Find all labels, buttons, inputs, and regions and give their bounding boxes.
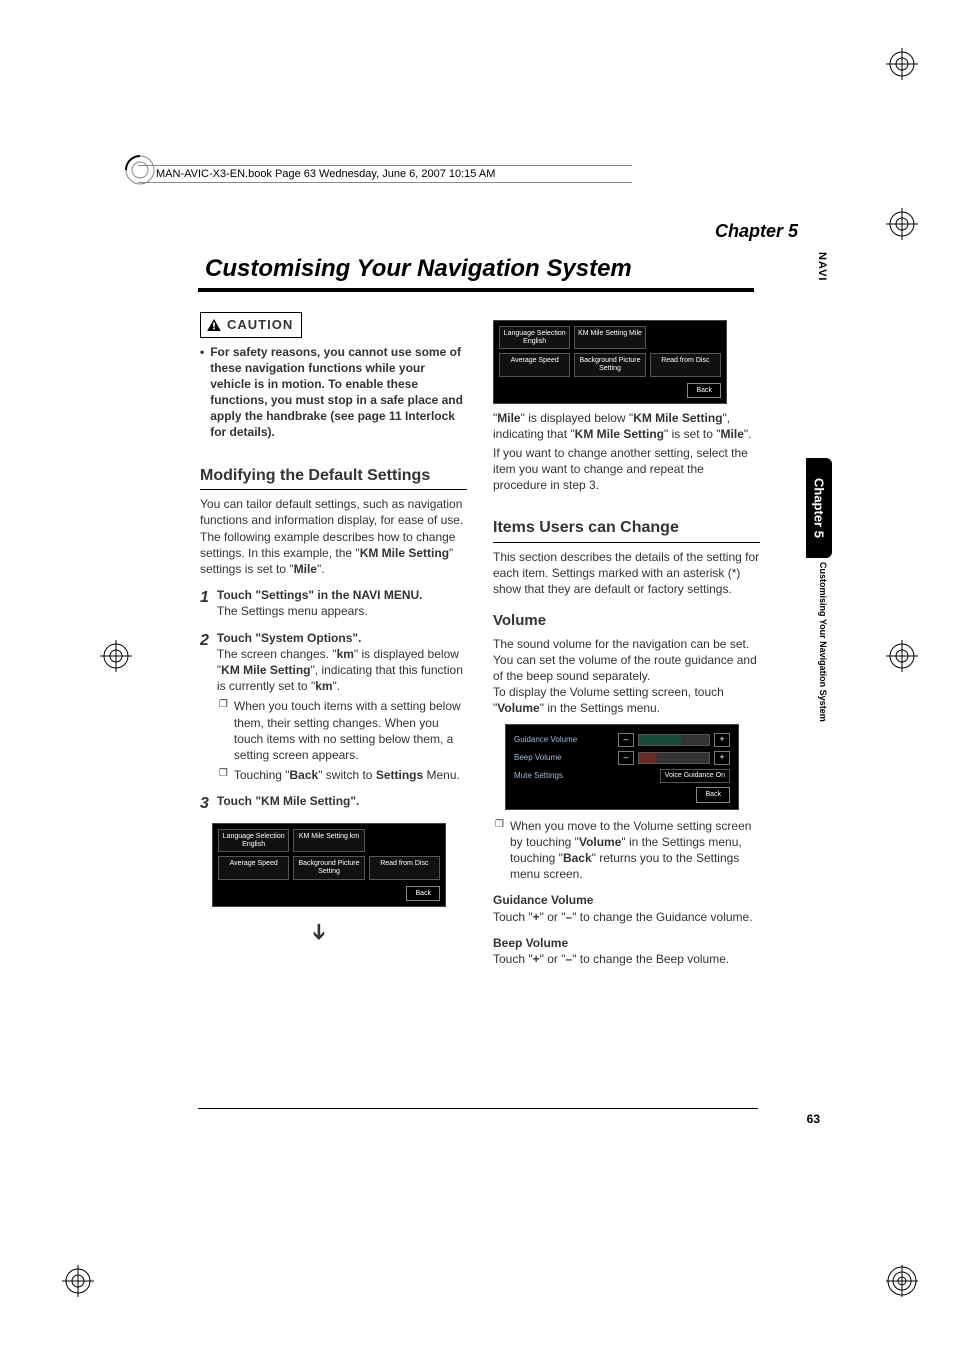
- left-column: CAUTION • For safety reasons, you cannot…: [200, 312, 467, 967]
- beep-volume-heading: Beep Volume: [493, 935, 760, 951]
- side-tab-subtitle: Customising Your Navigation System: [818, 562, 828, 722]
- caution-box: CAUTION: [200, 312, 302, 338]
- cell-language: Language Selection English: [218, 829, 289, 852]
- guidance-volume-label: Guidance Volume: [514, 735, 614, 746]
- caution-label: CAUTION: [227, 316, 293, 334]
- warning-icon: [207, 319, 221, 331]
- cell-read-disc: Read from Disc: [650, 353, 721, 376]
- caution-text: • For safety reasons, you cannot use som…: [200, 344, 467, 441]
- footer-rule: [198, 1108, 758, 1109]
- book-header: MAN-AVIC-X3-EN.book Page 63 Wednesday, J…: [138, 165, 632, 183]
- sub-bullet-icon: ❐: [495, 818, 504, 883]
- sub-bullet: ❐ Touching "Back" switch to Settings Men…: [217, 767, 467, 783]
- registration-mark-icon: [62, 1265, 94, 1297]
- guidance-volume-body: Touch "+" or "–" to change the Guidance …: [493, 909, 760, 925]
- step-body: The screen changes. "km" is displayed be…: [217, 646, 467, 695]
- step-title: Touch "System Options".: [217, 630, 467, 646]
- volume-p2: To display the Volume setting screen, to…: [493, 684, 760, 716]
- bullet-icon: •: [200, 344, 204, 441]
- section-items-heading: Items Users can Change: [493, 517, 760, 543]
- cell-read-disc: Read from Disc: [369, 856, 440, 879]
- cell-avg-speed: Average Speed: [499, 353, 570, 376]
- cell-bg-picture: Background Picture Setting: [574, 353, 645, 376]
- step-2: 2 Touch "System Options". The screen cha…: [200, 630, 467, 784]
- beep-volume-label: Beep Volume: [514, 753, 614, 764]
- section-modifying-heading: Modifying the Default Settings: [200, 465, 467, 491]
- minus-button: –: [618, 751, 634, 765]
- cell-avg-speed: Average Speed: [218, 856, 289, 879]
- step-1: 1 Touch "Settings" in the NAVI MENU. The…: [200, 587, 467, 619]
- step-number: 3: [200, 793, 209, 815]
- voice-guidance-cell: Voice Guidance On: [660, 769, 730, 783]
- cell-language: Language Selection English: [499, 326, 570, 349]
- cell-km-mile: KM Mile Setting Mile: [574, 326, 645, 349]
- back-button: Back: [687, 383, 721, 398]
- title-underline: [198, 288, 754, 292]
- sub-bullet-icon: ❐: [219, 767, 228, 783]
- step-title: Touch "Settings" in the NAVI MENU.: [217, 587, 467, 603]
- registration-mark-icon: [886, 1265, 918, 1297]
- step-title: Touch "KM Mile Setting".: [217, 793, 467, 809]
- plus-button: +: [714, 733, 730, 747]
- registration-mark-icon: [886, 48, 918, 80]
- after-screenshot-text: "Mile" is displayed below "KM Mile Setti…: [493, 410, 760, 442]
- volume-p1: The sound volume for the navigation can …: [493, 636, 760, 685]
- volume-screenshot: Guidance Volume – + Beep Volume – + Mute…: [505, 724, 739, 809]
- modify-paragraph-1: You can tailor default settings, such as…: [200, 496, 467, 528]
- cell-km-mile: KM Mile Setting km: [293, 829, 364, 852]
- chapter-label: Chapter 5: [715, 221, 798, 242]
- volume-heading: Volume: [493, 611, 760, 631]
- volume-bar: [638, 752, 710, 764]
- cell-bg-picture: Background Picture Setting: [293, 856, 364, 879]
- step-3: 3 Touch "KM Mile Setting".: [200, 793, 467, 815]
- after-screenshot-p2: If you want to change another setting, s…: [493, 445, 760, 494]
- side-tab-chapter: Chapter 5: [806, 458, 832, 558]
- registration-mark-icon: [886, 640, 918, 672]
- volume-sub-bullet: ❐ When you move to the Volume setting sc…: [493, 818, 760, 883]
- registration-mark-icon: [886, 208, 918, 240]
- step-body: The Settings menu appears.: [217, 603, 467, 619]
- modify-paragraph-2: The following example describes how to c…: [200, 529, 467, 578]
- back-button: Back: [696, 787, 730, 802]
- mute-settings-label: Mute Settings: [514, 771, 656, 782]
- page-number: 63: [807, 1112, 820, 1126]
- sub-bullet: ❐ When you touch items with a setting be…: [217, 698, 467, 763]
- items-paragraph: This section describes the details of th…: [493, 549, 760, 598]
- back-button: Back: [406, 886, 440, 901]
- down-arrow-icon: ➔: [304, 923, 334, 941]
- step-number: 2: [200, 630, 209, 784]
- step-number: 1: [200, 587, 209, 619]
- beep-volume-body: Touch "+" or "–" to change the Beep volu…: [493, 951, 760, 967]
- settings-screenshot-km: Language Selection English KM Mile Setti…: [212, 823, 446, 907]
- guidance-volume-heading: Guidance Volume: [493, 892, 760, 908]
- plus-button: +: [714, 751, 730, 765]
- minus-button: –: [618, 733, 634, 747]
- page-title: Customising Your Navigation System: [205, 255, 632, 283]
- sub-bullet-icon: ❐: [219, 698, 228, 763]
- right-column: Language Selection English KM Mile Setti…: [493, 312, 760, 967]
- registration-mark-icon: [100, 640, 132, 672]
- volume-bar: [638, 734, 710, 746]
- navi-vertical-label: NAVI: [816, 252, 828, 281]
- settings-screenshot-mile: Language Selection English KM Mile Setti…: [493, 320, 727, 404]
